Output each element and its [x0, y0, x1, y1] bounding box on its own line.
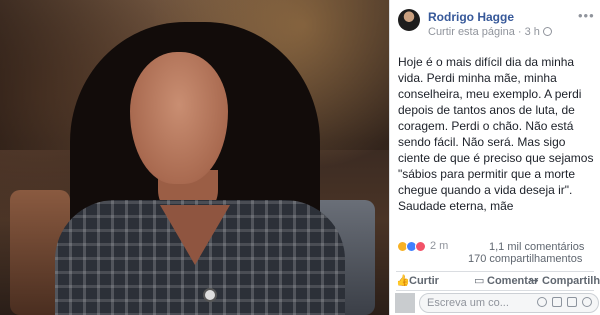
- comment-composer: Escreva um co...: [393, 292, 600, 315]
- thumbs-up-icon: 👍: [396, 275, 410, 287]
- more-options-icon[interactable]: •••: [578, 8, 595, 23]
- author-name[interactable]: Rodrigo Hagge: [428, 10, 514, 24]
- post-meta: Curtir esta página · 3 h: [428, 26, 552, 38]
- meta-separator: ·: [514, 26, 525, 38]
- love-reaction-icon: [415, 240, 426, 252]
- shares-count[interactable]: 170 compartilhamentos: [468, 253, 582, 265]
- post-photo[interactable]: [0, 0, 389, 315]
- sticker-icon[interactable]: [582, 297, 592, 307]
- comment-tools: [537, 297, 592, 307]
- emoji-icon[interactable]: [537, 297, 547, 307]
- comment-icon: ▭: [474, 275, 485, 287]
- share-label: Compartilhar: [542, 275, 600, 287]
- follow-page-link[interactable]: Curtir esta página: [428, 26, 515, 38]
- like-button[interactable]: 👍Curtir: [396, 274, 439, 287]
- comment-placeholder: Escreva um co...: [427, 297, 509, 309]
- comments-count[interactable]: 1,1 mil comentários: [489, 241, 584, 253]
- like-label: Curtir: [409, 275, 439, 287]
- reaction-count: 2 m: [430, 240, 449, 252]
- comment-input[interactable]: Escreva um co...: [419, 293, 599, 313]
- post-body: Hoje é o mais difícil dia da minha vida.…: [398, 55, 594, 213]
- camera-icon[interactable]: [552, 297, 562, 307]
- photo-shirt-button: [203, 288, 217, 302]
- share-icon: ↪: [529, 275, 539, 287]
- author-avatar[interactable]: [398, 9, 420, 31]
- reactions-summary[interactable]: 2 m: [397, 240, 448, 252]
- post-actions: 👍Curtir ▭Comentar ↪Compartilhar: [396, 274, 600, 290]
- divider: [396, 290, 594, 291]
- globe-icon: [542, 27, 552, 36]
- divider: [396, 271, 594, 272]
- share-button[interactable]: ↪Compartilhar: [529, 274, 600, 287]
- post-text: Hoje é o mais difícil dia da minha vida.…: [398, 54, 594, 214]
- photo-face: [130, 52, 228, 184]
- commenter-avatar: [395, 293, 415, 313]
- post-time[interactable]: 3 h: [525, 26, 540, 38]
- gif-icon[interactable]: [567, 297, 577, 307]
